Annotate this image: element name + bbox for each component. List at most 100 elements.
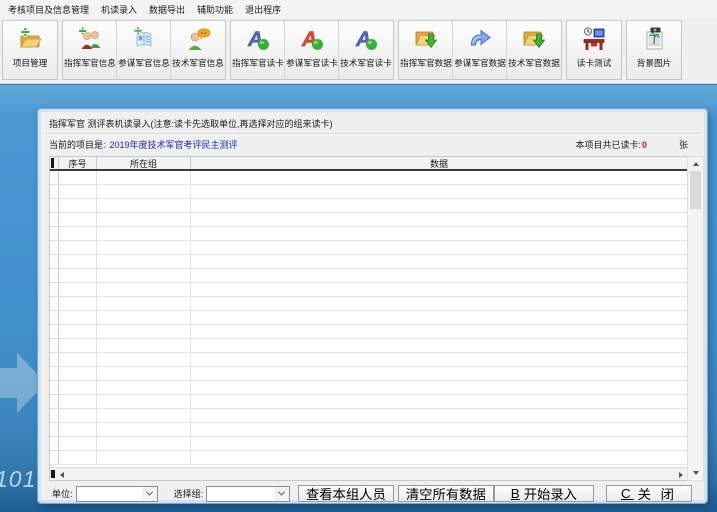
row-data-cell[interactable] [191,227,687,240]
row-data-cell[interactable] [191,423,687,436]
scroll-right-icon[interactable] [679,472,683,478]
background-image-button[interactable]: 背景图片 [627,21,681,79]
row-selector-cell[interactable] [50,409,59,422]
row-index-cell[interactable] [59,325,97,338]
row-index-cell[interactable] [59,185,97,198]
row-group-cell[interactable] [97,227,191,240]
row-group-cell[interactable] [97,353,191,366]
table-row[interactable] [50,283,687,297]
row-selector-cell[interactable] [50,395,59,408]
row-index-cell[interactable] [59,297,97,310]
row-group-cell[interactable] [97,311,191,324]
row-group-cell[interactable] [97,437,191,450]
close-button[interactable]: C 关 闭 [606,485,692,502]
row-data-cell[interactable] [191,283,687,296]
commander-read-card-button[interactable]: A 指挥军官读卡 [231,21,285,79]
row-index-cell[interactable] [59,367,97,380]
table-row[interactable] [50,367,687,381]
row-selector-cell[interactable] [50,437,59,450]
scroll-left-icon[interactable] [60,472,64,478]
row-data-cell[interactable] [191,451,687,464]
horizontal-scrollbar[interactable] [50,467,687,480]
row-index-cell[interactable] [59,283,97,296]
menu-item-project-info-management[interactable]: 考核项目及信息管理 [3,1,94,18]
row-data-cell[interactable] [191,199,687,212]
row-data-cell[interactable] [191,297,687,310]
row-selector-cell[interactable] [50,367,59,380]
table-row[interactable] [50,171,687,185]
scroll-up-icon[interactable] [693,162,699,166]
group-select[interactable] [206,486,290,502]
row-index-cell[interactable] [59,241,97,254]
grid-header-data[interactable]: 数据 [191,157,687,169]
row-index-cell[interactable] [59,395,97,408]
table-row[interactable] [50,437,687,451]
tech-data-button[interactable]: 技术军官数据 [507,21,561,79]
row-group-cell[interactable] [97,451,191,464]
row-selector-cell[interactable] [50,325,59,338]
unit-select[interactable] [76,486,158,502]
staff-read-card-button[interactable]: A 参谋军官读卡 [285,21,339,79]
row-selector-cell[interactable] [50,297,59,310]
row-selector-cell[interactable] [50,283,59,296]
row-selector-cell[interactable] [50,241,59,254]
row-group-cell[interactable] [97,185,191,198]
row-data-cell[interactable] [191,381,687,394]
row-data-cell[interactable] [191,185,687,198]
row-index-cell[interactable] [59,311,97,324]
card-test-button[interactable]: 读卡测试 [567,21,621,79]
table-row[interactable] [50,199,687,213]
table-row[interactable] [50,409,687,423]
row-group-cell[interactable] [97,381,191,394]
table-row[interactable] [50,325,687,339]
staff-info-button[interactable]: 参谋军官信息 [117,21,171,79]
row-selector-cell[interactable] [50,199,59,212]
row-selector-cell[interactable] [50,269,59,282]
tech-info-button[interactable]: 技术军官信息 [171,21,225,79]
commander-data-button[interactable]: 指挥军官数据 [399,21,453,79]
row-index-cell[interactable] [59,255,97,268]
row-data-cell[interactable] [191,409,687,422]
row-data-cell[interactable] [191,241,687,254]
row-data-cell[interactable] [191,213,687,226]
row-index-cell[interactable] [59,423,97,436]
row-data-cell[interactable] [191,367,687,380]
table-row[interactable] [50,241,687,255]
row-group-cell[interactable] [97,339,191,352]
chevron-down-icon[interactable] [142,487,157,501]
row-index-cell[interactable] [59,269,97,282]
project-manage-button[interactable]: 项目管理 [3,21,57,79]
table-row[interactable] [50,269,687,283]
row-group-cell[interactable] [97,171,191,184]
row-index-cell[interactable] [59,451,97,464]
row-selector-cell[interactable] [50,171,59,184]
row-index-cell[interactable] [59,381,97,394]
row-selector-cell[interactable] [50,381,59,394]
menu-item-exit-program[interactable]: 退出程序 [240,1,286,18]
row-group-cell[interactable] [97,423,191,436]
table-row[interactable] [50,395,687,409]
row-selector-cell[interactable] [50,451,59,464]
row-data-cell[interactable] [191,255,687,268]
row-selector-cell[interactable] [50,227,59,240]
table-row[interactable] [50,227,687,241]
row-index-cell[interactable] [59,353,97,366]
row-selector-cell[interactable] [50,339,59,352]
tech-read-card-button[interactable]: A 技术军官读卡 [339,21,393,79]
row-index-cell[interactable] [59,199,97,212]
row-index-cell[interactable] [59,227,97,240]
row-group-cell[interactable] [97,255,191,268]
row-data-cell[interactable] [191,311,687,324]
start-entry-button[interactable]: B 开始录入 [494,485,594,502]
row-group-cell[interactable] [97,213,191,226]
chevron-down-icon[interactable] [274,487,289,501]
row-group-cell[interactable] [97,409,191,422]
row-group-cell[interactable] [97,367,191,380]
row-group-cell[interactable] [97,269,191,282]
row-group-cell[interactable] [97,199,191,212]
commander-info-button[interactable]: 指挥军官信息 [63,21,117,79]
menu-item-machine-read-entry[interactable]: 机读录入 [96,1,142,18]
row-data-cell[interactable] [191,353,687,366]
row-index-cell[interactable] [59,171,97,184]
row-selector-cell[interactable] [50,213,59,226]
